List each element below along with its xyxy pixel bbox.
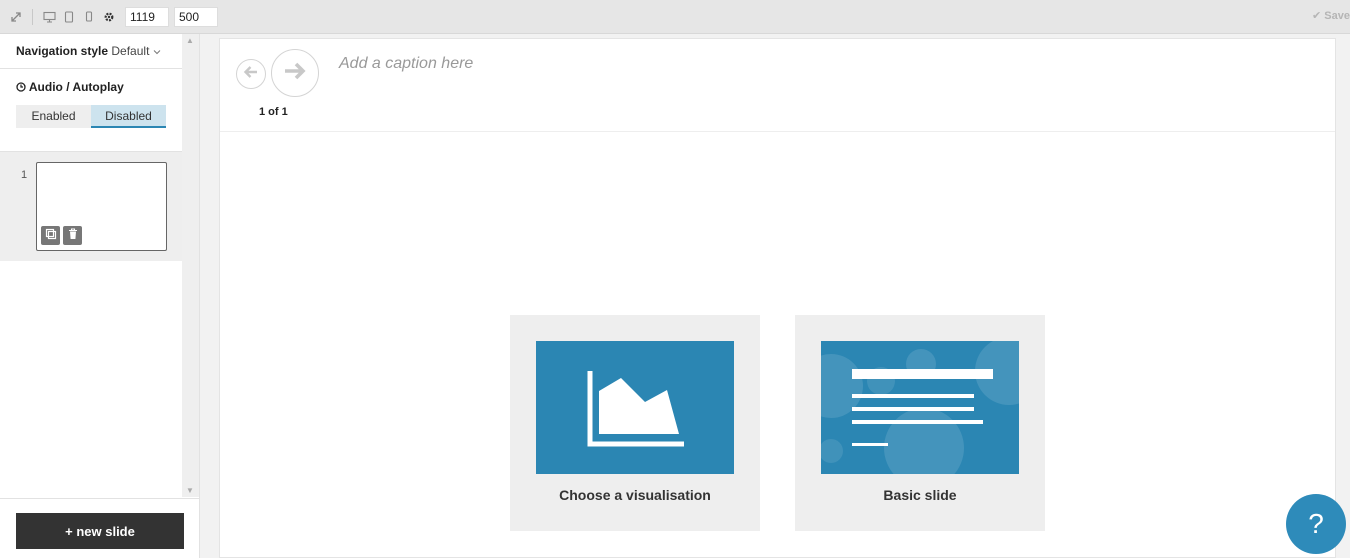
save-button[interactable]: ✔ Save bbox=[1312, 9, 1350, 22]
autoplay-enabled-button[interactable]: Enabled bbox=[16, 105, 91, 128]
navigation-style-value: Default bbox=[111, 44, 150, 58]
basic-slide-label: Basic slide bbox=[883, 487, 957, 503]
toolbar-divider bbox=[32, 8, 33, 25]
gear-icon[interactable] bbox=[99, 7, 119, 27]
new-slide-button[interactable]: + new slide bbox=[16, 513, 184, 549]
check-icon: ✔ bbox=[1312, 10, 1322, 22]
duplicate-slide-button[interactable] bbox=[41, 226, 60, 245]
sidebar-divider bbox=[0, 68, 183, 69]
previous-slide-button[interactable] bbox=[236, 59, 266, 89]
page-indicator: 1 of 1 bbox=[259, 106, 288, 118]
choose-visualisation-card[interactable]: Choose a visualisation bbox=[510, 315, 760, 531]
sidebar-footer-divider bbox=[0, 498, 200, 499]
scroll-up-icon[interactable]: ▲ bbox=[186, 36, 194, 45]
area-chart-icon bbox=[536, 341, 734, 474]
left-sidebar: Navigation style Default Audio / Autopla… bbox=[0, 34, 200, 558]
mobile-icon[interactable] bbox=[79, 7, 99, 27]
next-slide-button[interactable] bbox=[271, 49, 319, 97]
slides-list: 1 bbox=[0, 151, 183, 261]
width-input[interactable]: 1119 bbox=[125, 6, 169, 27]
duplicate-icon bbox=[45, 227, 57, 245]
desktop-icon[interactable] bbox=[39, 7, 59, 27]
trash-icon bbox=[68, 227, 78, 245]
arrow-left-icon bbox=[243, 65, 259, 84]
save-label: Save bbox=[1324, 10, 1350, 22]
slide-canvas: 1 of 1 Add a caption here Choose a visua… bbox=[219, 38, 1336, 558]
sidebar-scrollbar[interactable]: ▲ ▼ bbox=[182, 34, 199, 497]
editor-main: 1 of 1 Add a caption here Choose a visua… bbox=[200, 34, 1350, 558]
navigation-style-label: Navigation style bbox=[16, 44, 109, 58]
arrow-right-icon bbox=[283, 61, 307, 86]
text-lines-icon bbox=[821, 341, 1019, 474]
autoplay-toggle: Enabled Disabled bbox=[16, 105, 166, 128]
expand-icon[interactable] bbox=[6, 7, 26, 27]
choose-visualisation-label: Choose a visualisation bbox=[559, 487, 711, 503]
scroll-down-icon[interactable]: ▼ bbox=[186, 486, 194, 495]
clock-icon bbox=[16, 80, 29, 94]
delete-slide-button[interactable] bbox=[63, 226, 82, 245]
basic-slide-card[interactable]: Basic slide bbox=[795, 315, 1045, 531]
tablet-icon[interactable] bbox=[59, 7, 79, 27]
audio-autoplay-heading: Audio / Autoplay bbox=[16, 80, 124, 94]
slide-thumbnail[interactable] bbox=[36, 162, 167, 251]
caption-divider bbox=[220, 131, 1335, 132]
caption-input[interactable]: Add a caption here bbox=[339, 55, 473, 73]
help-button[interactable]: ? bbox=[1286, 494, 1346, 554]
audio-autoplay-label: Audio / Autoplay bbox=[28, 80, 124, 94]
chevron-down-icon bbox=[153, 44, 161, 58]
navigation-style-dropdown[interactable]: Navigation style Default bbox=[16, 44, 161, 58]
height-input[interactable]: 500 bbox=[174, 6, 218, 27]
slide-number: 1 bbox=[21, 169, 28, 181]
autoplay-disabled-button[interactable]: Disabled bbox=[91, 105, 166, 128]
top-toolbar: 1119 500 ✔ Save bbox=[0, 0, 1350, 34]
